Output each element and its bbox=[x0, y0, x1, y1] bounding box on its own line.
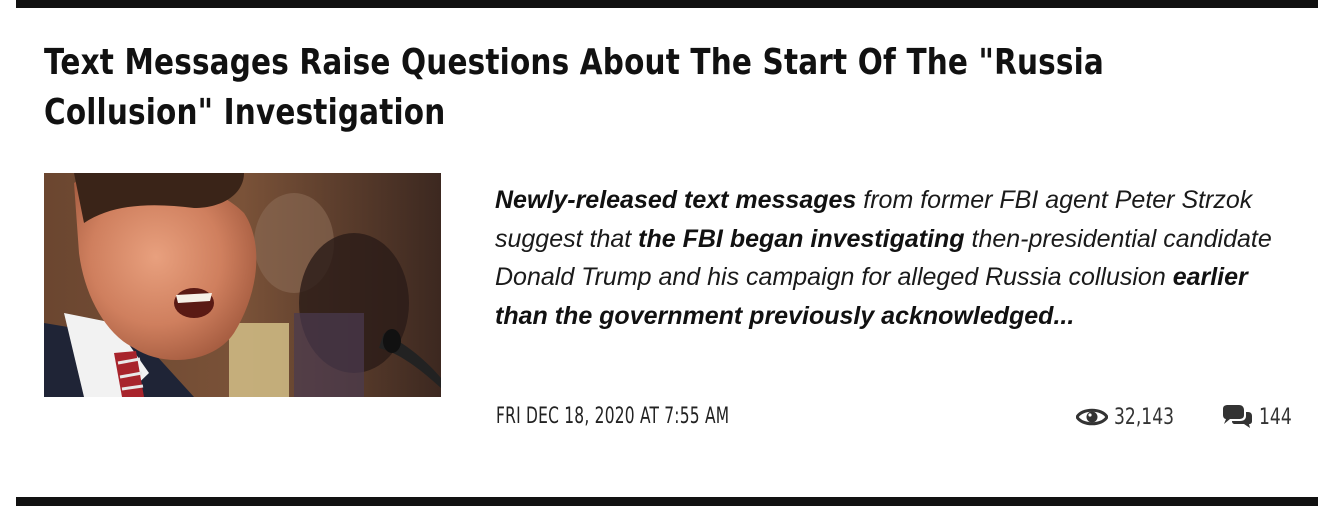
article-thumbnail[interactable] bbox=[44, 173, 441, 397]
views-count: 32,143 bbox=[1114, 404, 1175, 430]
summary-bold-1: Newly-released text messages bbox=[495, 186, 857, 214]
chat-bubbles-icon bbox=[1223, 405, 1252, 428]
thumbnail-photo bbox=[44, 173, 441, 397]
comments-count: 144 bbox=[1259, 404, 1292, 430]
summary-bold-2: the FBI began investigating bbox=[638, 224, 965, 253]
views-counter: 32,143 bbox=[1076, 402, 1191, 432]
eye-icon bbox=[1076, 408, 1108, 426]
article-date: FRI DEC 18, 2020 AT 7:55 AM bbox=[496, 404, 730, 429]
article-card: Text Messages Raise Questions About The … bbox=[0, 0, 1332, 518]
article-headline[interactable]: Text Messages Raise Questions About The … bbox=[44, 38, 1274, 138]
top-divider bbox=[16, 0, 1318, 8]
comments-counter[interactable]: 144 bbox=[1221, 402, 1301, 432]
article-summary: Newly-released text messages from former… bbox=[495, 181, 1275, 335]
bottom-divider bbox=[16, 497, 1318, 506]
